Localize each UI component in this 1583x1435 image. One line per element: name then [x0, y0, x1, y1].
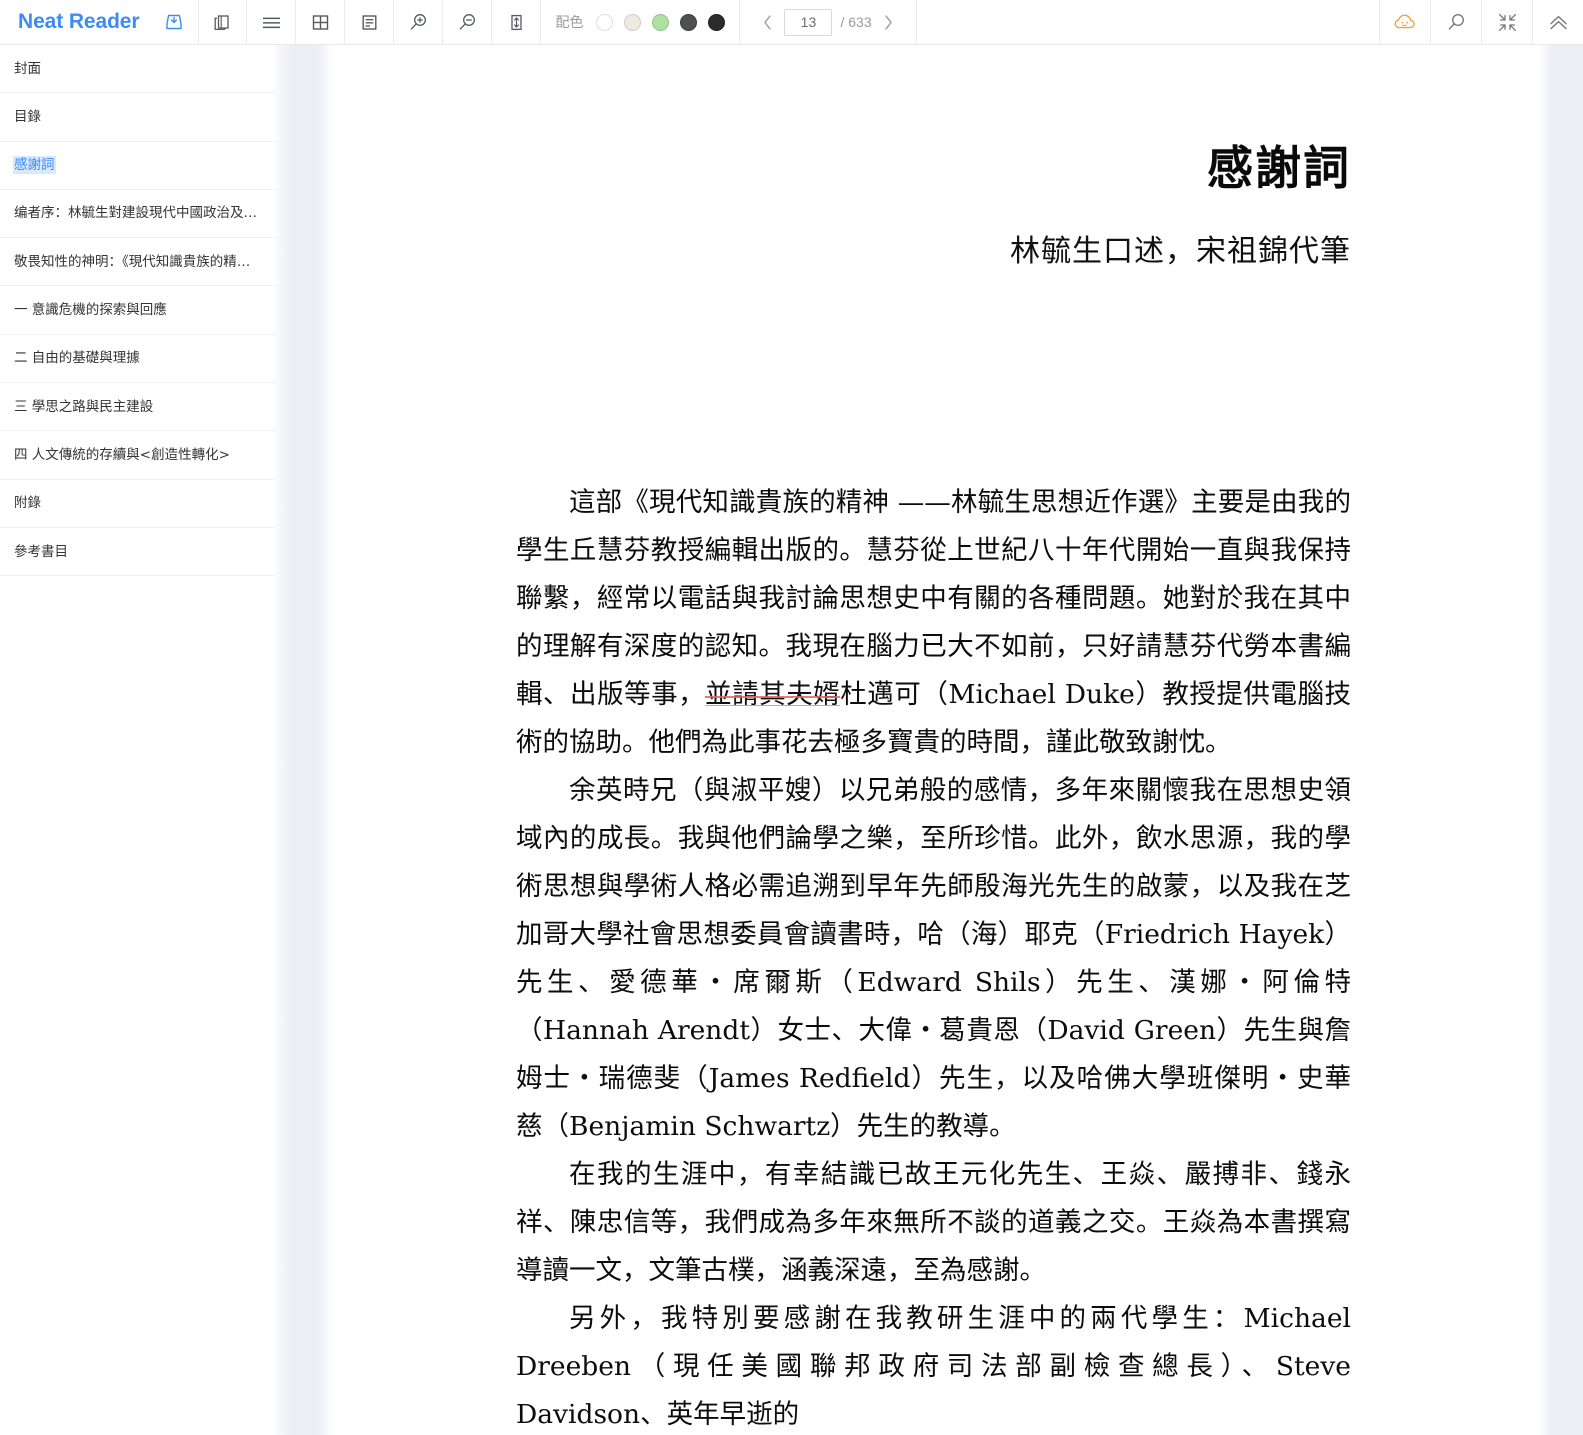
line-height-button[interactable]: [492, 0, 542, 44]
zoom-out-button[interactable]: [443, 0, 493, 44]
page-number-input[interactable]: [784, 8, 833, 36]
toc-item-chapter-one[interactable]: 一 意識危機的探索與回應: [0, 286, 275, 335]
toc-item-label: 一 意識危機的探索與回應: [14, 302, 167, 319]
paragraph-1: 這部《現代知識貴族的精神 ——林毓生思想近作選》主要是由我的學生丘慧芬教授編輯出…: [516, 479, 1351, 767]
right-page-gutter: [1539, 45, 1583, 1435]
toc-sidebar: 封面 目錄 感謝詞 编者序：林毓生對建設現代中國政治及… 敬畏知性的神明：《現代…: [0, 45, 275, 1435]
paragraph-4: 另外，我特別要感謝在我教研生涯中的兩代學生：Michael Dreeben（現任…: [516, 1303, 1351, 1431]
duplicate-pages-icon: [215, 14, 230, 30]
app-brand: Neat Reader: [0, 0, 149, 44]
scheme-swatch-cream[interactable]: [624, 13, 642, 31]
zoom-out-icon: [459, 13, 475, 30]
search-button[interactable]: [1430, 0, 1481, 44]
toc-list-button[interactable]: [247, 0, 297, 44]
prev-page-button[interactable]: [756, 7, 778, 37]
chevron-left-icon: [764, 14, 771, 30]
hamburger-list-icon: [262, 17, 280, 28]
toc-item-intellect-deity[interactable]: 敬畏知性的神明：《現代知識貴族的精…: [0, 238, 275, 287]
color-scheme-label: 配色: [555, 15, 584, 31]
save-to-shelf-button[interactable]: [149, 0, 198, 44]
page-navigation: / 633: [740, 0, 917, 44]
page-subtitle: 林毓生口述，宋祖錦代筆: [1010, 234, 1351, 270]
toc-item-label: 目錄: [14, 108, 41, 125]
next-page-button[interactable]: [878, 7, 900, 37]
toc-item-bibliography[interactable]: 參考書目: [0, 528, 275, 577]
cloud-sync-icon: [1394, 14, 1415, 29]
toc-item-label: 封面: [14, 60, 41, 77]
collapse-toolbar-button[interactable]: [1532, 0, 1583, 44]
toc-item-label: 二 自由的基礎與理據: [14, 350, 140, 367]
page-total-label: / 633: [840, 14, 872, 30]
toc-item-label: 感謝詞: [14, 157, 55, 174]
toc-item-chapter-two[interactable]: 二 自由的基礎與理據: [0, 335, 275, 384]
toc-item-editor-preface[interactable]: 编者序：林毓生對建設現代中國政治及…: [0, 190, 275, 239]
duplicate-pages-button[interactable]: [198, 0, 248, 44]
main-toolbar: Neat Reader 配色 13 / 633: [0, 0, 1583, 45]
scheme-swatch-gray[interactable]: [680, 13, 698, 31]
chevron-right-icon: [885, 14, 892, 30]
chapter-body: 這部《現代知識貴族的精神 ——林毓生思想近作選》主要是由我的學生丘慧芬教授編輯出…: [333, 479, 1539, 1435]
line-height-icon: [511, 14, 522, 30]
paragraph-3: 在我的生涯中，有幸結識已故王元化先生、王焱、嚴搏非、錢永祥、陳忠信等，我們成為多…: [516, 1159, 1351, 1287]
toc-item-label: 附錄: [14, 495, 41, 512]
scheme-swatch-green[interactable]: [652, 13, 670, 31]
fit-to-screen-button[interactable]: [1481, 0, 1532, 44]
brand-name: Neat Reader: [18, 10, 140, 33]
grid-layout-button[interactable]: [296, 0, 346, 44]
toc-item-label: 參考書目: [14, 543, 68, 560]
search-icon: [1448, 13, 1464, 30]
text-align-button[interactable]: [345, 0, 395, 44]
save-to-shelf-icon: [166, 14, 182, 30]
fit-to-screen-icon: [1498, 13, 1516, 31]
collapse-toolbar-icon: [1549, 15, 1567, 29]
toc-item-label: 编者序：林毓生對建設現代中國政治及…: [14, 205, 257, 222]
toc-item-contents[interactable]: 目錄: [0, 93, 275, 142]
cloud-sync-button[interactable]: [1379, 0, 1430, 44]
scheme-swatch-black[interactable]: [708, 13, 726, 31]
red-annotation-text[interactable]: 並請其夫婿: [705, 679, 840, 710]
neat-reader-window: Neat Reader 配色 13 / 633 封面 目錄 感謝詞 编者序：林毓…: [0, 0, 1583, 1435]
toc-item-cover[interactable]: 封面: [0, 45, 275, 94]
page-title: 感謝詞: [1207, 141, 1351, 195]
paragraph-1-part-a: 這部《現代知識貴族的精神 ——林毓生思想近作選》主要是由我的學生丘慧芬教授編輯出…: [516, 487, 1351, 711]
reader-body: 封面 目錄 感謝詞 编者序：林毓生對建設現代中國政治及… 敬畏知性的神明：《現代…: [0, 45, 1583, 1435]
toolbar-right-group: [1379, 0, 1583, 44]
zoom-in-button[interactable]: [394, 0, 444, 44]
toc-item-acknowledgements[interactable]: 感謝詞: [0, 142, 275, 190]
toc-item-chapter-four[interactable]: 四 人文傳統的存續與<創造性轉化>: [0, 431, 275, 480]
color-scheme-group: 配色: [541, 0, 741, 44]
zoom-in-icon: [410, 13, 426, 30]
page-content: 感謝詞 林毓生口述，宋祖錦代筆 這部《現代知識貴族的精神 ——林毓生思想近作選》…: [333, 45, 1539, 1435]
grid-layout-icon: [312, 14, 329, 30]
toolbar-left-group: Neat Reader 配色 13 / 633: [0, 0, 917, 44]
paragraph-2: 余英時兄（與淑平嫂）以兄弟般的感情，多年來關懷我在思想史領域內的成長。我與他們論…: [516, 775, 1351, 1143]
text-align-icon: [362, 14, 377, 30]
toc-item-appendix[interactable]: 附錄: [0, 480, 275, 528]
scheme-swatch-white[interactable]: [596, 13, 614, 31]
page-viewport[interactable]: 感謝詞 林毓生口述，宋祖錦代筆 這部《現代知識貴族的精神 ——林毓生思想近作選》…: [333, 45, 1539, 1435]
toc-item-label: 三 學思之路與民主建設: [14, 398, 154, 415]
toc-item-label: 敬畏知性的神明：《現代知識貴族的精…: [14, 253, 251, 270]
left-page-gutter: [275, 45, 333, 1435]
toc-item-label: 四 人文傳統的存續與<創造性轉化>: [14, 446, 230, 463]
toc-item-chapter-three[interactable]: 三 學思之路與民主建設: [0, 383, 275, 432]
